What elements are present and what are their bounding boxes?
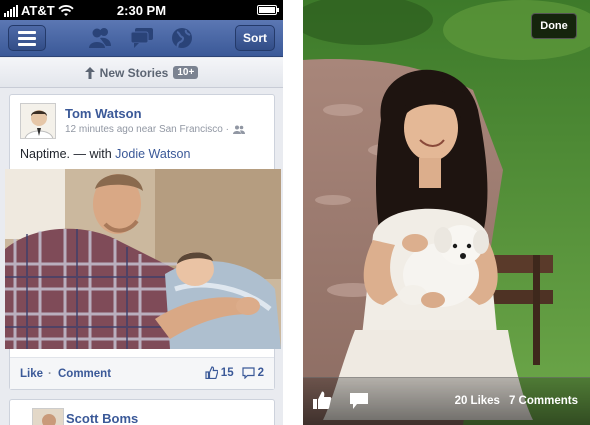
facebook-feed-screen: AT&T 2:30 PM Sort New Stories 10+ Tom Wa… bbox=[0, 0, 283, 425]
author-name[interactable]: Scott Boms bbox=[66, 411, 138, 425]
new-stories-count: 10+ bbox=[173, 66, 199, 79]
story-photo[interactable] bbox=[5, 169, 281, 349]
tagged-person-link[interactable]: Jodie Watson bbox=[115, 147, 190, 161]
comment-link[interactable]: Comment bbox=[58, 368, 111, 380]
comment-count: 2 bbox=[257, 366, 264, 379]
photo-viewer-screen: Done 20 Likes 7 Comments bbox=[303, 0, 590, 425]
photo-stats[interactable]: 20 Likes 7 Comments bbox=[455, 395, 578, 407]
comments-count[interactable]: 7 Comments bbox=[509, 395, 578, 407]
like-count: 15 bbox=[220, 366, 234, 379]
photo-footer-bar: 20 Likes 7 Comments bbox=[303, 377, 590, 425]
comment-icon[interactable] bbox=[349, 392, 369, 410]
done-button[interactable]: Done bbox=[531, 13, 577, 39]
sort-button[interactable]: Sort bbox=[235, 25, 275, 51]
up-arrow-icon bbox=[84, 66, 95, 79]
author-name[interactable]: Tom Watson bbox=[65, 106, 142, 121]
avatar[interactable] bbox=[32, 408, 64, 425]
menu-icon bbox=[18, 30, 36, 34]
new-stories-bar[interactable]: New Stories 10+ bbox=[0, 58, 283, 88]
action-separator: · bbox=[48, 368, 52, 380]
story-actions: Like · Comment 15 2 bbox=[10, 357, 274, 389]
new-stories-label: New Stories bbox=[99, 65, 169, 80]
story-timestamp: 12 minutes ago near San Francisco · bbox=[65, 124, 229, 135]
people-icon bbox=[232, 125, 245, 134]
friends-icon[interactable] bbox=[88, 27, 112, 49]
globe-icon[interactable] bbox=[171, 27, 193, 49]
menu-button[interactable] bbox=[8, 25, 46, 51]
clock: 2:30 PM bbox=[116, 3, 167, 18]
thumbs-up-icon bbox=[205, 366, 218, 379]
like-count-group[interactable]: 15 bbox=[205, 366, 234, 379]
status-bar: AT&T 2:30 PM bbox=[0, 0, 283, 20]
likes-count[interactable]: 20 Likes bbox=[455, 395, 500, 407]
story-meta: 12 minutes ago near San Francisco · bbox=[65, 124, 245, 135]
caption-text: Naptime. — with bbox=[20, 147, 116, 161]
comment-count-group[interactable]: 2 bbox=[241, 366, 264, 379]
story-caption: Naptime. — with Jodie Watson bbox=[20, 147, 190, 161]
story-counts[interactable]: 15 2 bbox=[205, 366, 264, 379]
story-card: Tom Watson 12 minutes ago near San Franc… bbox=[5, 94, 281, 390]
thumbs-up-icon[interactable] bbox=[312, 390, 332, 410]
avatar[interactable] bbox=[20, 103, 56, 139]
like-link[interactable]: Like bbox=[20, 368, 43, 380]
fullscreen-photo[interactable] bbox=[303, 0, 590, 425]
next-story-card: Scott Boms bbox=[9, 399, 275, 425]
messages-icon[interactable] bbox=[130, 27, 154, 49]
nav-bar: Sort bbox=[0, 20, 283, 57]
comment-icon bbox=[241, 366, 255, 379]
battery-icon bbox=[257, 5, 279, 15]
